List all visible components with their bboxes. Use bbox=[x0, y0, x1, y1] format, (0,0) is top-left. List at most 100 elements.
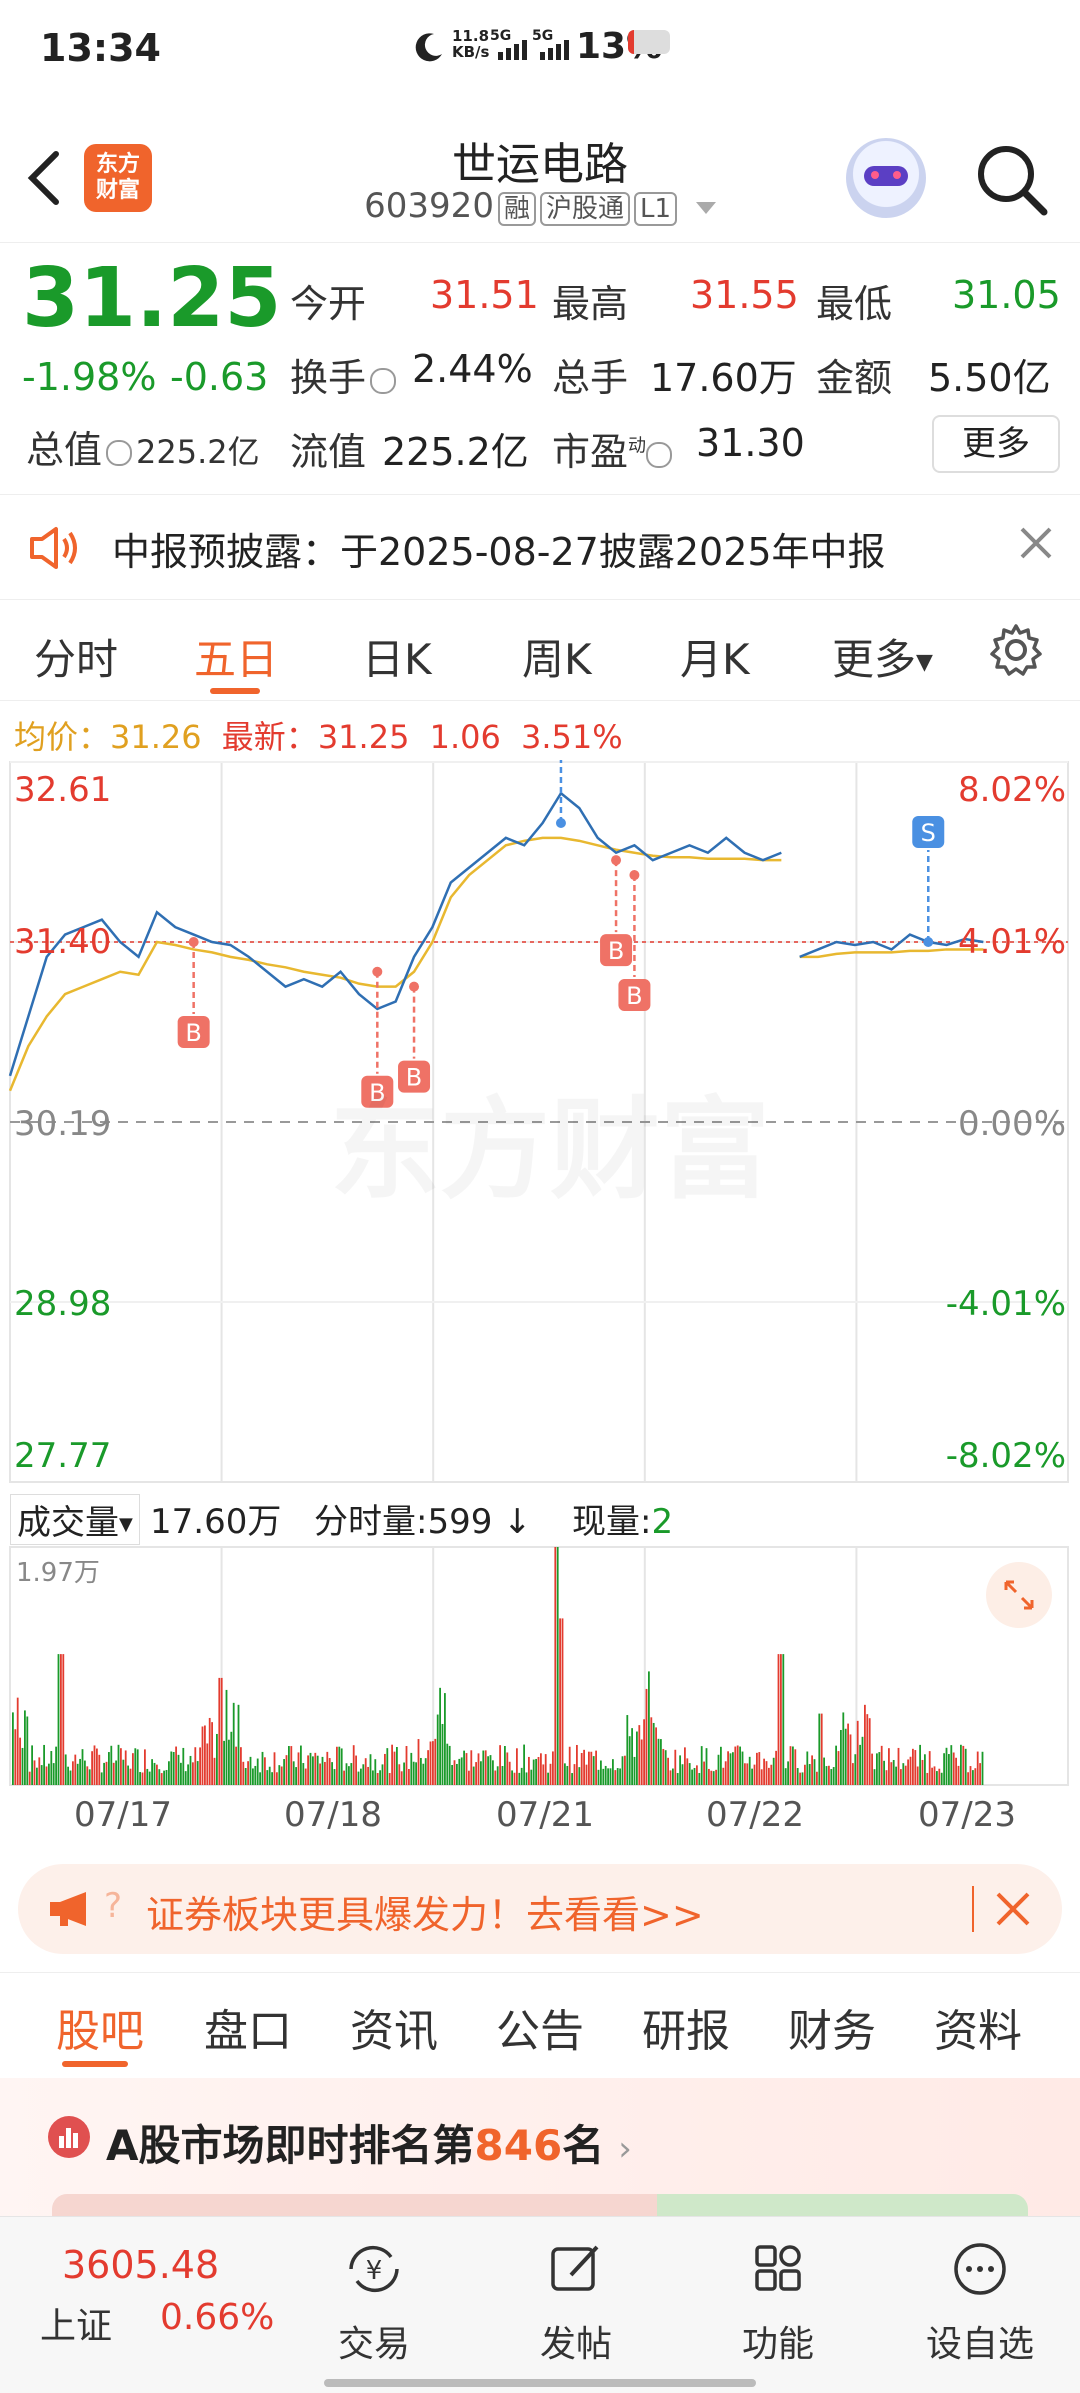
volume-bar bbox=[837, 1751, 840, 1785]
y-tick-right-2: 0.00% bbox=[957, 1104, 1066, 1144]
date-tick-0: 07/17 bbox=[74, 1795, 172, 1835]
volume-bar bbox=[746, 1763, 749, 1785]
y-tick-left-4: 27.77 bbox=[14, 1436, 112, 1476]
notice-bar[interactable]: 中报预披露：于2025-08-27披露2025年中报 bbox=[0, 494, 1080, 600]
volume-bar bbox=[451, 1764, 453, 1785]
tab-monthly-k[interactable]: 月K bbox=[680, 626, 750, 687]
volume-bar bbox=[453, 1760, 456, 1785]
volume-bar bbox=[571, 1773, 573, 1785]
volume-bar bbox=[511, 1770, 513, 1785]
volume-selector[interactable]: 成交量▼ bbox=[10, 1494, 140, 1545]
volume-bar bbox=[741, 1751, 744, 1785]
close-icon[interactable] bbox=[1018, 525, 1054, 561]
volume-bar bbox=[945, 1747, 948, 1785]
ranking-card[interactable]: A股市场即时排名第846名 › bbox=[0, 2078, 1080, 2224]
tab-timeshare[interactable]: 分时 bbox=[34, 626, 118, 687]
settings-gear-icon[interactable] bbox=[988, 622, 1044, 678]
dropdown-icon[interactable] bbox=[695, 201, 716, 214]
volume-bar bbox=[141, 1772, 144, 1785]
tag-connect: 沪股通 bbox=[539, 192, 630, 226]
nav-post[interactable]: 发帖 bbox=[496, 2231, 656, 2371]
tab-orderbook[interactable]: 盘口 bbox=[204, 1995, 292, 2059]
more-button[interactable]: 更多 bbox=[932, 415, 1060, 473]
volume-bar bbox=[290, 1746, 293, 1785]
volume-bar bbox=[468, 1770, 470, 1785]
tab-research[interactable]: 研报 bbox=[642, 1995, 730, 2059]
tab-news[interactable]: 资讯 bbox=[350, 1995, 438, 2059]
banner-close-icon[interactable] bbox=[994, 1890, 1032, 1928]
volume-bar bbox=[489, 1755, 492, 1785]
nav-watchlist[interactable]: 设自选 bbox=[900, 2231, 1060, 2371]
volume-bar bbox=[710, 1770, 713, 1785]
volume-bar bbox=[753, 1764, 756, 1785]
index-value[interactable]: 3605.48 bbox=[62, 2243, 219, 2287]
nav-functions[interactable]: 功能 bbox=[698, 2231, 858, 2371]
volume-bar bbox=[216, 1733, 218, 1785]
mktcap-row: 总值 225.2亿 bbox=[26, 428, 260, 472]
volume-chart[interactable] bbox=[0, 1545, 1080, 1790]
volume-bar bbox=[62, 1654, 65, 1785]
volume-bar bbox=[244, 1768, 247, 1785]
volume-bar bbox=[554, 1547, 557, 1785]
volume-bar bbox=[912, 1748, 914, 1785]
tab-more[interactable]: 更多▼ bbox=[832, 626, 933, 687]
volume-bar bbox=[400, 1771, 403, 1785]
volume-bar bbox=[506, 1752, 509, 1785]
date-axis: 07/17 07/18 07/21 07/22 07/23 bbox=[0, 1795, 1080, 1839]
volume-bar bbox=[878, 1752, 881, 1785]
volume-bar bbox=[972, 1770, 974, 1785]
y-tick-right-4: -8.02% bbox=[945, 1436, 1066, 1476]
robot-avatar-icon[interactable] bbox=[846, 138, 926, 218]
promo-banner[interactable]: ? 证券板块更具爆发力！去看看>> bbox=[18, 1864, 1062, 1954]
volume-bar bbox=[360, 1768, 362, 1785]
volume-bar bbox=[900, 1769, 902, 1785]
tab-five-day[interactable]: 五日 bbox=[194, 626, 278, 687]
tab-daily-k[interactable]: 日K bbox=[362, 626, 432, 687]
high-label: 最高 bbox=[552, 282, 629, 326]
tab-weekly-k[interactable]: 周K bbox=[522, 626, 592, 687]
volume-bar bbox=[895, 1766, 897, 1785]
trade-marker-label: B bbox=[185, 1019, 201, 1047]
volume-bar bbox=[446, 1743, 449, 1785]
volume-bar bbox=[756, 1752, 758, 1785]
edit-icon bbox=[551, 2245, 599, 2291]
tab-financials[interactable]: 财务 bbox=[788, 1995, 876, 2059]
tab-forum[interactable]: 股吧 bbox=[56, 1995, 144, 2059]
signal-icon: 5G bbox=[490, 28, 530, 60]
date-tick-3: 07/22 bbox=[706, 1795, 804, 1835]
volume-bar bbox=[588, 1751, 590, 1785]
volume-bar bbox=[57, 1654, 60, 1785]
volume-bar bbox=[813, 1759, 816, 1785]
volume-bar bbox=[273, 1752, 276, 1785]
volume-header: 成交量▼ 17.60万 分时量:599 ↓ 现量:2 bbox=[0, 1490, 1080, 1546]
y-tick-right-1: 4.01% bbox=[957, 922, 1066, 962]
expand-icon[interactable] bbox=[986, 1562, 1052, 1628]
volume-bar bbox=[564, 1763, 566, 1785]
tab-profile[interactable]: 资料 bbox=[934, 1995, 1022, 2059]
volume-bar bbox=[235, 1746, 237, 1785]
volume-bar bbox=[614, 1770, 617, 1785]
volume-bar bbox=[300, 1745, 302, 1785]
price-line bbox=[8, 791, 984, 1077]
volume-bar bbox=[288, 1746, 290, 1785]
volume-bar bbox=[45, 1766, 48, 1785]
last-price: 31.25 bbox=[22, 251, 282, 346]
volume-bar bbox=[856, 1720, 859, 1785]
pe-label: 市盈动 bbox=[552, 421, 673, 476]
volume-bar bbox=[252, 1768, 254, 1785]
volume-bar bbox=[566, 1765, 569, 1785]
volume-bar bbox=[415, 1762, 417, 1785]
volume-bar bbox=[240, 1747, 242, 1785]
tab-announcements[interactable]: 公告 bbox=[496, 1995, 584, 2059]
nav-trade[interactable]: ¥ 交易 bbox=[294, 2231, 454, 2371]
volume-bar bbox=[223, 1740, 225, 1785]
volume-bar bbox=[108, 1752, 110, 1785]
y-tick-right-3: -4.01% bbox=[945, 1284, 1066, 1324]
volume-bar bbox=[669, 1770, 672, 1785]
volume-bar bbox=[355, 1755, 357, 1785]
volume-bar bbox=[890, 1762, 893, 1785]
volume-bar bbox=[681, 1764, 684, 1785]
volume-bar bbox=[60, 1654, 62, 1785]
volume-bar bbox=[84, 1760, 86, 1785]
search-icon[interactable] bbox=[974, 142, 1050, 218]
